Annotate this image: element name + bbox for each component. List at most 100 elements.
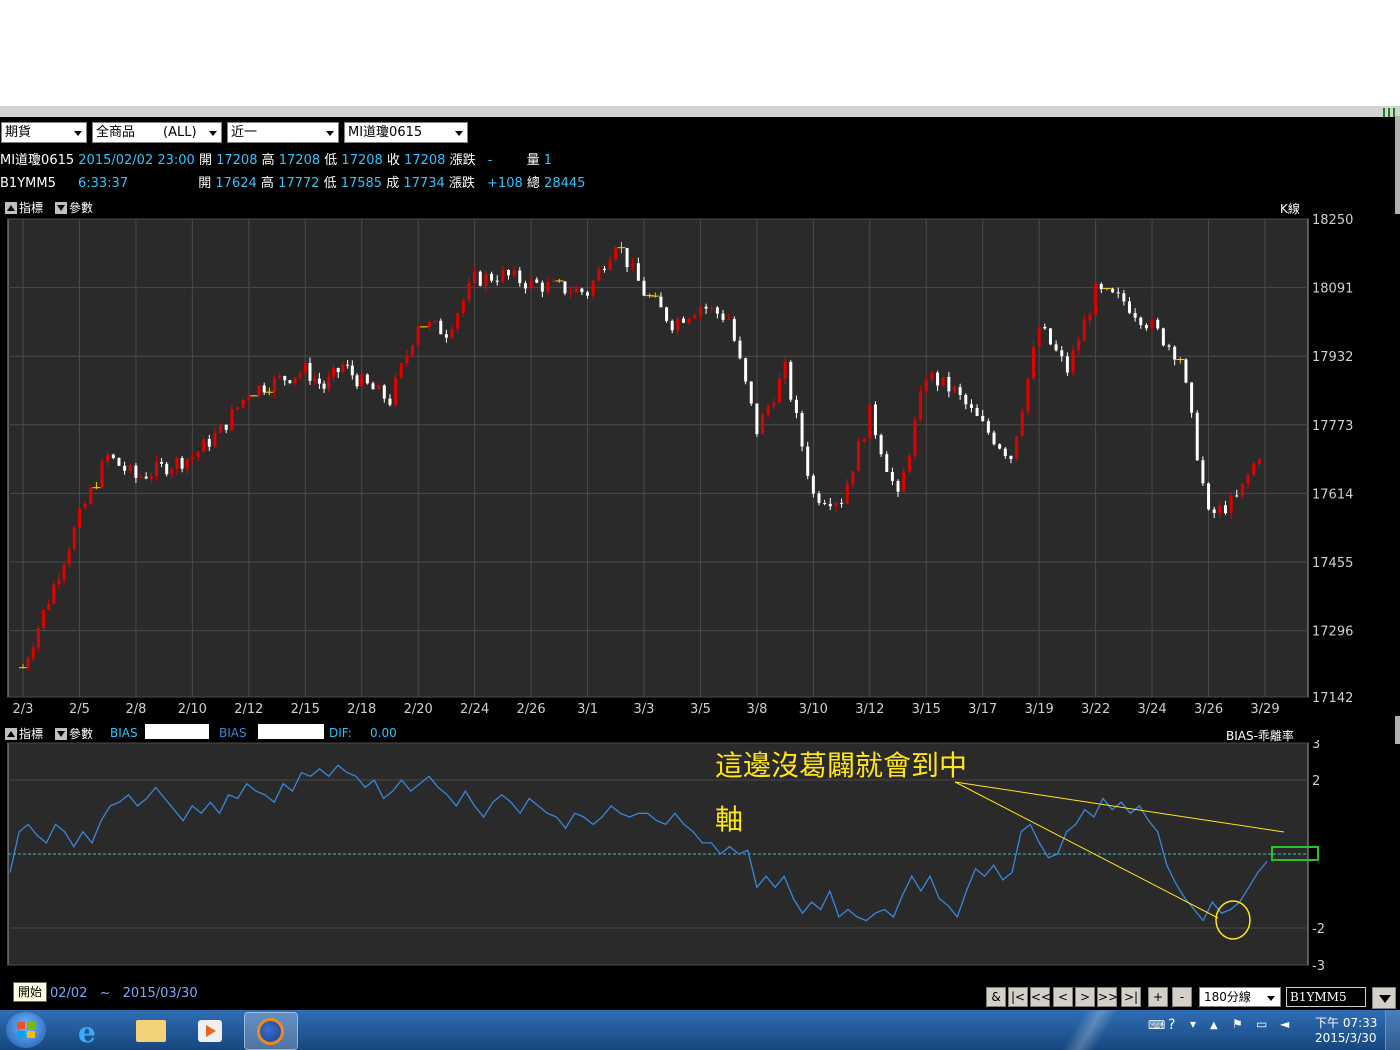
nav-button[interactable]: < bbox=[1053, 987, 1073, 1007]
period-select-value: 近一 bbox=[231, 125, 258, 140]
nav-button[interactable]: - bbox=[1172, 987, 1192, 1007]
candle-body bbox=[625, 247, 629, 268]
nav-button[interactable]: >| bbox=[1121, 987, 1141, 1007]
x-tick-label: 3/3 bbox=[634, 702, 655, 717]
candle-body bbox=[636, 263, 640, 281]
candle-body bbox=[317, 378, 321, 384]
last-label: 成 bbox=[386, 176, 400, 191]
chevron-down-icon bbox=[326, 131, 334, 136]
candle-body bbox=[591, 280, 595, 296]
quote1-datetime: 2015/02/02 23:00 bbox=[78, 153, 195, 168]
candle-body bbox=[862, 438, 866, 442]
period-select[interactable]: 近一 bbox=[227, 122, 339, 143]
candle-body bbox=[456, 313, 460, 329]
quote-row-2: B1YMM5 6:33:37 開 17624 高 17772 低 17585 成… bbox=[0, 176, 585, 192]
market-select[interactable]: 期貨 bbox=[1, 122, 87, 143]
interval-select[interactable]: 180分線 bbox=[1199, 987, 1281, 1007]
candle-body bbox=[1065, 356, 1069, 373]
x-tick-label: 3/12 bbox=[855, 702, 884, 717]
candle-body bbox=[467, 283, 471, 301]
chevron-down-icon bbox=[1267, 996, 1275, 1001]
candle-body bbox=[100, 461, 104, 488]
candle-body bbox=[777, 378, 781, 403]
dropdown-button[interactable] bbox=[1372, 987, 1396, 1009]
media-player-icon[interactable] bbox=[184, 1012, 236, 1048]
candle-body bbox=[303, 362, 307, 373]
x-tick-label: 3/5 bbox=[690, 702, 711, 717]
candle-body bbox=[902, 471, 906, 492]
toolbar-grip[interactable] bbox=[1383, 108, 1385, 117]
candle-body bbox=[350, 365, 354, 376]
candle-body bbox=[930, 372, 934, 380]
open-value: 17624 bbox=[215, 176, 257, 191]
total-label: 總 bbox=[526, 176, 540, 191]
candle-body bbox=[190, 457, 194, 460]
chevron-down-icon bbox=[455, 131, 463, 136]
annotation-line2: 軸 bbox=[715, 803, 744, 836]
x-tick-label: 3/19 bbox=[1025, 702, 1054, 717]
candle-body bbox=[47, 603, 51, 611]
symbol-select[interactable]: MI道瓊0615 bbox=[344, 122, 468, 143]
bias1-value-box bbox=[145, 724, 209, 739]
candle-body bbox=[546, 281, 550, 292]
nav-button[interactable]: << bbox=[1030, 987, 1051, 1007]
nav-button[interactable]: |< bbox=[1008, 987, 1028, 1007]
candle-body bbox=[278, 376, 282, 378]
candle-body bbox=[134, 465, 138, 478]
dif-value: 0.00 bbox=[370, 726, 397, 740]
candle-body bbox=[936, 372, 940, 386]
nav-button[interactable]: >> bbox=[1097, 987, 1118, 1007]
candle-body bbox=[461, 300, 465, 314]
keyboard-icon[interactable]: ⌨ bbox=[1148, 1018, 1165, 1032]
explorer-icon[interactable] bbox=[124, 1012, 176, 1048]
candle-body bbox=[1099, 283, 1103, 290]
ie-icon[interactable]: e bbox=[64, 1012, 116, 1049]
nav-button[interactable]: & bbox=[986, 987, 1006, 1007]
candle-body bbox=[817, 493, 821, 504]
monitor-icon[interactable]: ▭ bbox=[1256, 1017, 1267, 1031]
candle-body bbox=[1082, 319, 1086, 341]
candle-body bbox=[247, 396, 251, 400]
candle-body bbox=[676, 318, 680, 331]
taskbar-gloss bbox=[1060, 1010, 1120, 1050]
close-label: 收 bbox=[386, 153, 400, 168]
candle-body bbox=[868, 404, 872, 439]
show-hidden-icons[interactable]: ▲ bbox=[1210, 1020, 1218, 1031]
start-tooltip: 開始 bbox=[13, 982, 48, 1002]
y-tick-label: 17296 bbox=[1312, 625, 1353, 640]
candle-body bbox=[744, 358, 748, 382]
category-select[interactable]: 全商品 (ALL) bbox=[92, 122, 222, 143]
speaker-icon[interactable]: ◄ bbox=[1280, 1017, 1289, 1031]
toolbar-grip[interactable] bbox=[1388, 108, 1390, 117]
quote2-symbol: B1YMM5 bbox=[0, 176, 56, 191]
clock-time[interactable]: 下午 07:33 bbox=[1315, 1014, 1377, 1031]
candle-body bbox=[1054, 344, 1058, 351]
candle-body bbox=[761, 414, 765, 435]
candle-body bbox=[698, 306, 702, 316]
show-desktop-button[interactable] bbox=[1385, 1010, 1400, 1050]
network-icon[interactable]: ▾ bbox=[1190, 1017, 1196, 1031]
y-tick-label: 18250 bbox=[1312, 213, 1353, 228]
candle-body bbox=[794, 399, 798, 414]
candle-body bbox=[360, 374, 364, 387]
windows-start-icon[interactable] bbox=[6, 1012, 46, 1048]
nav-button[interactable]: > bbox=[1075, 987, 1095, 1007]
nav-button[interactable]: + bbox=[1148, 987, 1168, 1007]
candle-body bbox=[608, 259, 612, 270]
candle-body bbox=[1122, 293, 1126, 302]
candle-body bbox=[602, 268, 606, 270]
high-label: 高 bbox=[261, 153, 275, 168]
candle-body bbox=[873, 404, 877, 436]
candle-body bbox=[1111, 288, 1115, 293]
candle-body bbox=[1144, 325, 1148, 329]
candle-body bbox=[444, 334, 448, 338]
upper-scrollbar[interactable] bbox=[1395, 116, 1400, 214]
symbol-input[interactable]: B1YMM5 bbox=[1286, 987, 1366, 1007]
clock-date[interactable]: 2015/3/30 bbox=[1315, 1031, 1377, 1045]
firefox-icon[interactable] bbox=[244, 1012, 298, 1050]
y-tick-label: 17142 bbox=[1312, 691, 1353, 706]
category-filter: (ALL) bbox=[163, 125, 197, 140]
help-icon[interactable]: ? bbox=[1168, 1017, 1175, 1033]
candle-body bbox=[308, 362, 312, 381]
flag-icon[interactable]: ⚑ bbox=[1232, 1017, 1243, 1031]
